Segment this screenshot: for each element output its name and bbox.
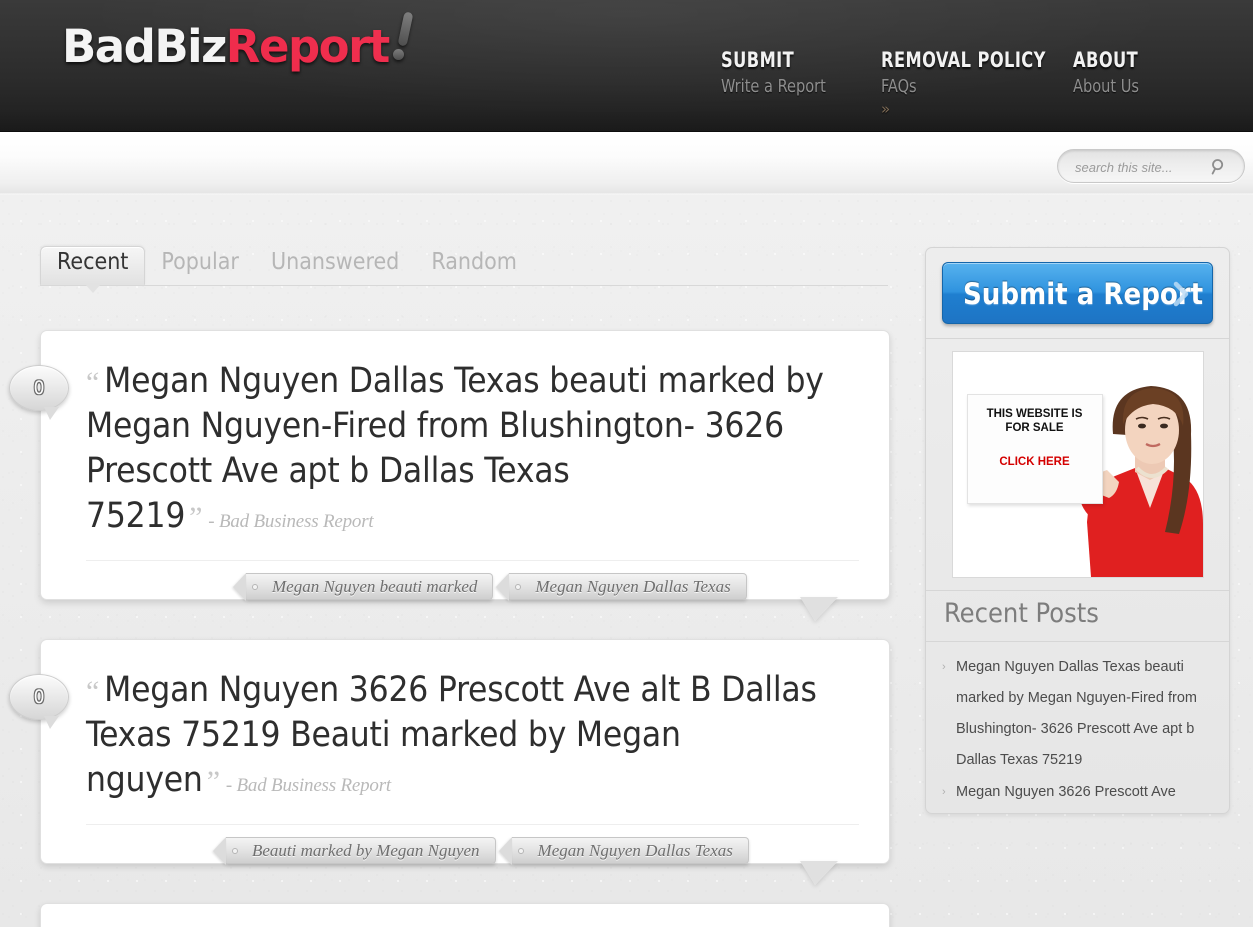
main-navigation: SUBMIT Write a Report REMOVAL POLICY FAQ… xyxy=(721,48,1233,118)
post-card[interactable]: 0 “Megan Nguyen beauti marked by Megan N… xyxy=(40,903,890,927)
nav-title-submit: SUBMIT xyxy=(721,48,795,72)
site-logo[interactable]: BadBizReport xyxy=(62,10,415,78)
nav-sub-submit: Write a Report xyxy=(721,76,826,97)
tab-unanswered[interactable]: Unanswered xyxy=(255,247,415,285)
tag-hole-icon xyxy=(232,848,238,854)
search-box[interactable] xyxy=(1057,149,1245,183)
recent-posts-list: › Megan Nguyen Dallas Texas beauti marke… xyxy=(926,642,1229,813)
ad-cta-label[interactable]: CLICK HERE xyxy=(968,456,1102,468)
post-attribution: - Bad Business Report xyxy=(225,775,392,796)
post-tag[interactable]: Megan Nguyen Dallas Texas xyxy=(511,837,749,864)
nav-item-submit[interactable]: SUBMIT Write a Report xyxy=(721,48,881,118)
widget-submit: Submit a Report xyxy=(926,248,1229,339)
post-tag-label: Megan Nguyen Dallas Texas xyxy=(535,577,731,596)
sidebar: Submit a Report THIS WEBSITE IS FOR SALE… xyxy=(925,247,1230,814)
nav-sub-about: About Us xyxy=(1073,76,1139,97)
post-card[interactable]: 0 “Megan Nguyen Dallas Texas beauti mark… xyxy=(9,330,890,621)
post-tag[interactable]: Beauti marked by Megan Nguyen xyxy=(226,837,496,864)
ad-headline: THIS WEBSITE IS FOR SALE xyxy=(986,408,1083,434)
comment-count: 0 xyxy=(33,377,45,399)
logo-exclamation-icon xyxy=(391,11,417,64)
submit-a-report-button[interactable]: Submit a Report xyxy=(942,262,1213,324)
comment-count-bubble[interactable]: 0 xyxy=(9,674,69,729)
recent-post-item[interactable]: › Megan Nguyen Dallas Texas beauti marke… xyxy=(942,652,1215,776)
nav-title-removal-policy: REMOVAL POLICY xyxy=(881,48,1046,72)
search-input[interactable] xyxy=(1075,156,1210,178)
ad-sign: THIS WEBSITE IS FOR SALE CLICK HERE xyxy=(966,394,1103,504)
tab-popular[interactable]: Popular xyxy=(145,247,255,285)
ad-banner[interactable]: THIS WEBSITE IS FOR SALE CLICK HERE xyxy=(951,351,1204,578)
recent-post-item[interactable]: › Megan Nguyen 3626 Prescott Ave xyxy=(942,777,1215,808)
post-filter-tabs: Recent Popular Unanswered Random xyxy=(40,246,888,293)
tab-recent[interactable]: Recent xyxy=(40,246,146,293)
bubble-tail-icon xyxy=(44,716,59,729)
nav-item-removal-policy[interactable]: REMOVAL POLICY FAQs » xyxy=(881,48,1073,118)
nav-sub-removal-policy: FAQs xyxy=(881,76,917,97)
widget-advertisement: THIS WEBSITE IS FOR SALE CLICK HERE xyxy=(926,351,1229,591)
recent-post-label: Megan Nguyen 3626 Prescott Ave xyxy=(956,784,1176,800)
chevron-right-bullet-icon: › xyxy=(942,661,946,673)
post-title-text: Megan Nguyen 3626 Prescott Ave alt B Dal… xyxy=(86,670,817,800)
search-icon[interactable] xyxy=(1210,158,1228,176)
nav-item-about[interactable]: ABOUT About Us xyxy=(1073,48,1233,118)
post-tag-label: Beauti marked by Megan Nguyen xyxy=(252,841,480,860)
comment-count: 0 xyxy=(33,686,45,708)
post-tag-label: Megan Nguyen Dallas Texas xyxy=(537,841,733,860)
nav-more-chevron-icon[interactable]: » xyxy=(881,100,1073,118)
page-content: Recent Popular Unanswered Random 0 “Mega… xyxy=(0,195,1253,927)
quote-close-icon: ” xyxy=(189,501,203,534)
sub-header-bar xyxy=(0,132,1253,195)
bubble-tail-icon xyxy=(44,407,59,420)
tag-hole-icon xyxy=(517,848,524,854)
post-attribution: - Bad Business Report xyxy=(208,511,374,532)
recent-post-label: Megan Nguyen Dallas Texas beauti marked … xyxy=(956,659,1197,768)
comment-count-bubble[interactable]: 0 xyxy=(9,365,69,420)
post-tags: Beauti marked by Megan Nguyen Megan Nguy… xyxy=(86,824,859,864)
post-bubble-tail-icon xyxy=(800,597,838,621)
post-tag[interactable]: Megan Nguyen Dallas Texas xyxy=(509,573,747,600)
post-title[interactable]: “Megan Nguyen Dallas Texas beauti marked… xyxy=(86,359,859,544)
post-tags: Megan Nguyen beauti marked Megan Nguyen … xyxy=(86,560,859,600)
chevron-right-bullet-icon: › xyxy=(942,786,946,798)
recent-posts-title: Recent Posts xyxy=(944,598,1099,629)
nav-title-about: ABOUT xyxy=(1073,48,1139,72)
widget-recent-posts-list: › Megan Nguyen Dallas Texas beauti marke… xyxy=(926,642,1229,813)
site-header: BadBizReport SUBMIT Write a Report REMOV… xyxy=(0,0,1253,132)
submit-button-label: Submit a Report xyxy=(963,277,1204,311)
tab-random[interactable]: Random xyxy=(415,247,533,285)
quote-open-icon: “ xyxy=(86,366,100,399)
logo-text-badbiz: BadBiz xyxy=(62,20,227,73)
post-bubble-tail-icon xyxy=(800,861,838,885)
post-tag-label: Megan Nguyen beauti marked xyxy=(272,577,478,596)
post-list: 0 “Megan Nguyen Dallas Texas beauti mark… xyxy=(9,330,890,927)
quote-close-icon: ” xyxy=(206,765,220,798)
widget-recent-posts: Recent Posts xyxy=(926,591,1229,642)
quote-open-icon: “ xyxy=(86,675,100,708)
tag-hole-icon xyxy=(252,584,258,590)
post-card[interactable]: 0 “Megan Nguyen 3626 Prescott Ave alt B … xyxy=(9,639,890,885)
logo-text-report: Report xyxy=(225,20,391,73)
post-tag[interactable]: Megan Nguyen beauti marked xyxy=(246,573,494,600)
chevron-right-icon xyxy=(1173,281,1189,307)
tag-hole-icon xyxy=(515,584,522,590)
post-title[interactable]: “Megan Nguyen 3626 Prescott Ave alt B Da… xyxy=(86,668,859,808)
